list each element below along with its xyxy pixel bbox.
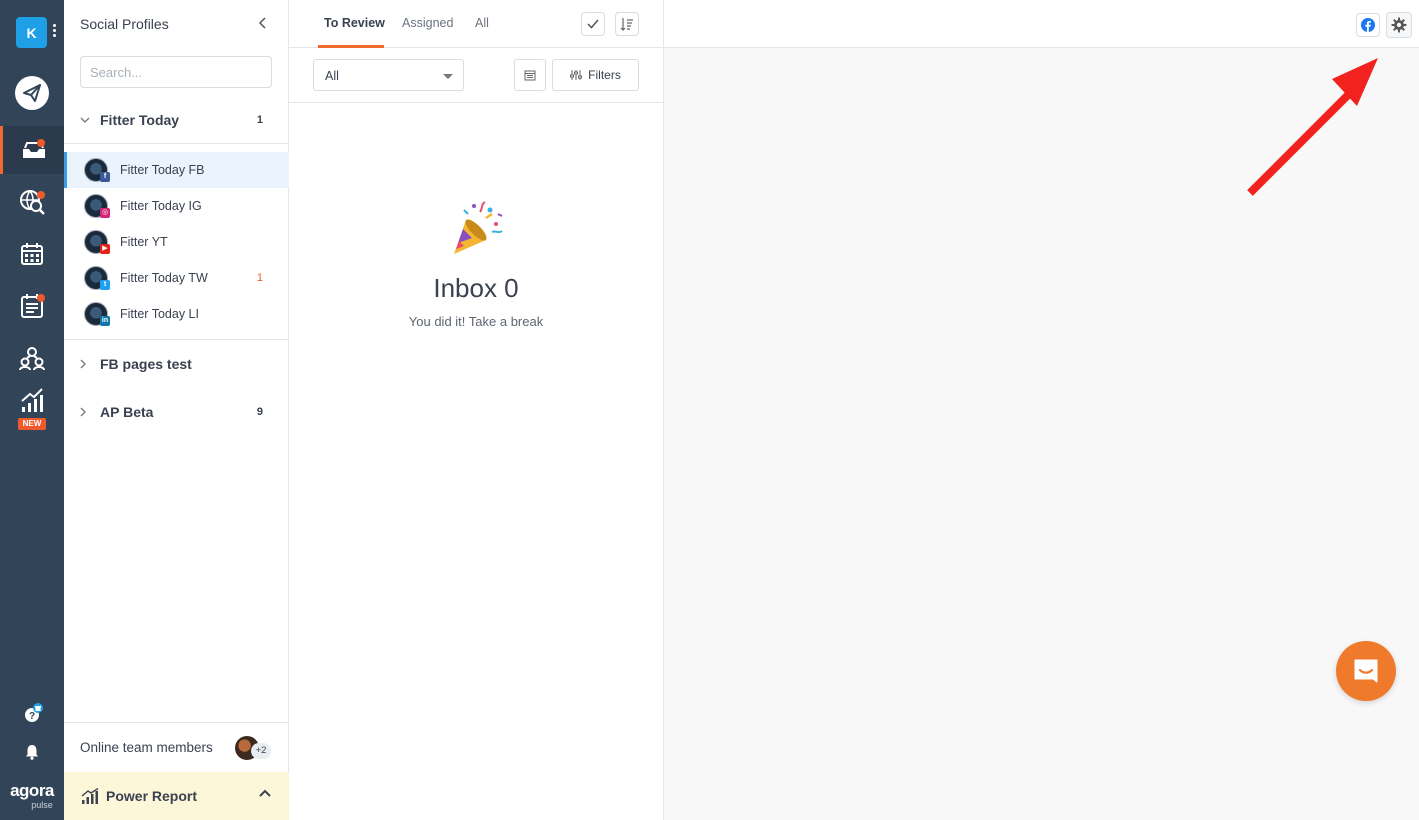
filters-button[interactable]: Filters (552, 59, 639, 91)
settings-button[interactable] (1386, 12, 1412, 38)
empty-title: Inbox 0 (433, 273, 519, 303)
help-icon[interactable]: ? (23, 703, 45, 725)
left-nav-rail: K NEW ? agora pulse (0, 0, 64, 820)
logo-name: agora (10, 781, 54, 800)
filters-label: Filters (588, 68, 621, 82)
group-ap-beta[interactable]: AP Beta 9 (64, 396, 289, 428)
tab-all[interactable]: All (475, 16, 489, 30)
facebook-page-button[interactable] (1356, 13, 1380, 37)
analytics-nav[interactable] (0, 376, 64, 424)
calendar-nav[interactable] (0, 230, 64, 278)
mark-reviewed-button[interactable] (581, 12, 605, 36)
agorapulse-logo: agora pulse (0, 781, 64, 811)
unread-count: 1 (256, 272, 263, 284)
power-report-bar[interactable]: Power Report (64, 772, 289, 820)
select-value: All (325, 69, 339, 83)
workspace-initial: K (26, 24, 37, 41)
profile-fitter-today-tw[interactable]: t Fitter Today TW 1 (64, 260, 289, 296)
item-type-select[interactable]: All (313, 59, 464, 91)
reports-notification-dot (37, 294, 45, 302)
profile-fitter-yt[interactable]: ▶ Fitter YT (64, 224, 289, 260)
power-report-icon (81, 788, 99, 804)
facebook-icon (1361, 18, 1375, 32)
new-badge: NEW (18, 418, 46, 430)
caret-down-icon (443, 74, 453, 79)
chat-support-button[interactable] (1336, 641, 1396, 701)
linkedin-icon: in (100, 316, 110, 326)
profile-name: Fitter Today LI (120, 307, 199, 321)
team-label: Online team members (80, 740, 213, 755)
group-name: FB pages test (100, 356, 192, 372)
more-members-badge: +2 (251, 743, 271, 759)
tab-to-review[interactable]: To Review (324, 16, 385, 30)
empty-subtitle: You did it! Take a break (408, 314, 544, 329)
inbox-list-panel: To Review Assigned All All Filters Inbox… (289, 0, 664, 820)
profile-name: Fitter YT (120, 235, 168, 249)
listening-nav[interactable] (0, 178, 64, 226)
inbox-tabs: To Review Assigned All (289, 0, 663, 48)
paper-plane-icon (15, 76, 49, 110)
sort-button[interactable] (615, 12, 639, 36)
online-team-members[interactable]: Online team members +2 (64, 722, 289, 772)
group-fb-pages-test[interactable]: FB pages test (64, 348, 289, 380)
profile-name: Fitter Today IG (120, 199, 202, 213)
inbox-toolbar: All Filters (289, 48, 663, 103)
social-profiles-panel: Social Profiles Fitter Today 1 f Fitter … (64, 0, 289, 820)
profile-fitter-today-ig[interactable]: ◎ Fitter Today IG (64, 188, 289, 224)
chat-icon (1354, 659, 1378, 683)
inbox-notification-dot (37, 139, 45, 147)
logo-sub: pulse (31, 800, 53, 810)
panel-title: Social Profiles (80, 16, 169, 32)
reports-nav[interactable] (0, 282, 64, 330)
calendar-icon (524, 70, 536, 81)
publish-nav[interactable] (0, 69, 64, 117)
divider (64, 143, 289, 144)
chevron-up-icon[interactable] (258, 786, 272, 800)
analytics-icon (21, 388, 43, 412)
empty-state: Inbox 0 You did it! Take a break (289, 200, 663, 329)
profile-name: Fitter Today TW (120, 271, 208, 285)
svg-text:?: ? (29, 711, 35, 722)
listening-notification-dot (37, 191, 45, 199)
chevron-down-icon (80, 117, 90, 123)
calendar-icon (21, 243, 43, 265)
twitter-icon: t (100, 280, 110, 290)
group-name: Fitter Today (100, 112, 180, 128)
workspace-avatar[interactable]: K (16, 17, 47, 48)
profile-search-input[interactable] (80, 56, 272, 88)
group-name: AP Beta (100, 404, 154, 420)
profile-fitter-today-li[interactable]: in Fitter Today LI (64, 296, 289, 332)
power-report-label: Power Report (106, 788, 198, 804)
sliders-icon (570, 70, 583, 80)
detail-pane (664, 0, 1419, 820)
sort-icon (620, 18, 633, 31)
group-count: 1 (256, 114, 263, 126)
tab-assigned[interactable]: Assigned (402, 16, 453, 30)
group-count: 9 (256, 406, 263, 418)
facebook-icon: f (100, 172, 110, 182)
party-popper-icon (454, 201, 503, 254)
inbox-nav[interactable] (0, 126, 64, 174)
youtube-icon: ▶ (100, 244, 110, 254)
date-range-button[interactable] (514, 59, 546, 91)
gear-icon (1391, 17, 1407, 33)
check-icon (587, 19, 599, 29)
divider (64, 339, 289, 340)
profile-fitter-today-fb[interactable]: f Fitter Today FB (64, 152, 289, 188)
profile-name: Fitter Today FB (120, 163, 205, 177)
red-arrow-annotation (1247, 58, 1378, 196)
detail-topbar (664, 0, 1419, 48)
group-fitter-today[interactable]: Fitter Today 1 (64, 104, 289, 136)
bell-icon[interactable] (25, 744, 39, 760)
team-icon (19, 347, 45, 371)
instagram-icon: ◎ (100, 208, 110, 218)
team-nav[interactable] (0, 334, 64, 382)
chevron-right-icon (80, 359, 86, 369)
workspace-menu-icon[interactable] (53, 24, 57, 40)
collapse-panel-icon[interactable] (258, 17, 266, 29)
chevron-right-icon (80, 407, 86, 417)
